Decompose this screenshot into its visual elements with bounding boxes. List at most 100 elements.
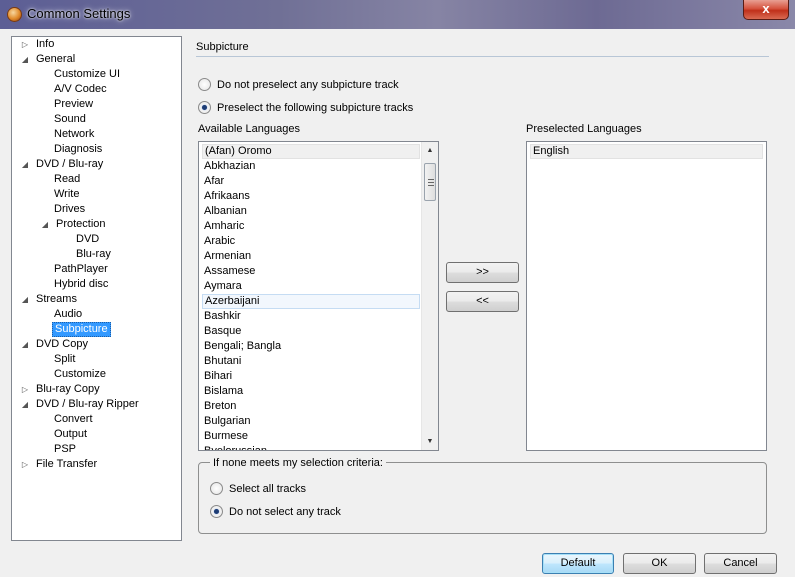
tree-item[interactable]: Output: [12, 427, 180, 442]
tree-item[interactable]: ◢ Streams: [12, 292, 180, 307]
tree-item-label: PathPlayer: [54, 263, 108, 275]
language-list-item[interactable]: Azerbaijani: [202, 294, 420, 309]
expanded-arrow-icon[interactable]: ◢: [20, 397, 30, 412]
language-list-item[interactable]: Burmese: [202, 429, 420, 444]
tree-item[interactable]: ▷ Blu-ray Copy: [12, 382, 180, 397]
tree-item[interactable]: ◢ DVD / Blu-ray: [12, 157, 180, 172]
tree-item[interactable]: Drives: [12, 202, 180, 217]
language-list-item[interactable]: Bislama: [202, 384, 420, 399]
tree-item[interactable]: Customize UI: [12, 67, 180, 82]
language-list-item[interactable]: Breton: [202, 399, 420, 414]
tree-item[interactable]: DVD: [12, 232, 180, 247]
tree-item-label: Customize UI: [54, 68, 121, 80]
scroll-up-icon[interactable]: ▲: [422, 142, 438, 159]
expanded-arrow-icon[interactable]: ◢: [20, 337, 30, 352]
expanded-arrow-icon[interactable]: ◢: [20, 292, 30, 307]
available-languages-label: Available Languages: [198, 123, 300, 135]
preselected-list-item[interactable]: English: [530, 144, 763, 159]
collapsed-arrow-icon[interactable]: ▷: [20, 37, 30, 52]
tree-item[interactable]: PSP: [12, 442, 180, 457]
default-button[interactable]: Default: [542, 553, 614, 574]
language-list-item[interactable]: Albanian: [202, 204, 420, 219]
radio-dot[interactable]: [198, 78, 211, 91]
language-list-item[interactable]: Assamese: [202, 264, 420, 279]
tree-item-label: Hybrid disc: [54, 278, 109, 290]
close-button[interactable]: x: [743, 0, 789, 20]
app-icon: [7, 7, 22, 22]
tree-item-label: Drives: [54, 203, 86, 215]
tree-item[interactable]: PathPlayer: [12, 262, 180, 277]
collapsed-arrow-icon[interactable]: ▷: [20, 382, 30, 397]
tree-item-label: Sound: [54, 113, 86, 125]
tree-item-label: Read: [54, 173, 81, 185]
expanded-arrow-icon[interactable]: ◢: [20, 52, 30, 67]
radio-dot[interactable]: [210, 505, 223, 518]
language-list-item[interactable]: (Afan) Oromo: [202, 144, 420, 159]
available-languages-list[interactable]: Byelorussian Burmese Bulgarian Breton Bislam…: [198, 141, 439, 451]
radio-dot[interactable]: [198, 101, 211, 114]
language-list-item[interactable]: Bengali; Bangla: [202, 339, 420, 354]
language-list-item[interactable]: Aymara: [202, 279, 420, 294]
cancel-button[interactable]: Cancel: [704, 553, 777, 574]
tree-item[interactable]: ◢ DVD Copy: [12, 337, 180, 352]
language-list-item[interactable]: Bihari: [202, 369, 420, 384]
tree-item-label: DVD / Blu-ray: [36, 158, 104, 170]
ok-button[interactable]: OK: [623, 553, 696, 574]
tree-item[interactable]: Preview: [12, 97, 180, 112]
available-list-scrollbar[interactable]: ▲ ▼: [421, 142, 438, 450]
language-list-item[interactable]: Armenian: [202, 249, 420, 264]
tree-item[interactable]: Diagnosis: [12, 142, 180, 157]
expanded-arrow-icon[interactable]: ◢: [20, 157, 30, 172]
remove-language-button[interactable]: <<: [446, 291, 519, 312]
tree-item-label: DVD / Blu-ray Ripper: [36, 398, 139, 410]
tree-item-label: A/V Codec: [54, 83, 107, 95]
add-language-button[interactable]: >>: [446, 262, 519, 283]
language-list-item[interactable]: Byelorussian: [202, 444, 420, 450]
tree-item[interactable]: ◢ General: [12, 52, 180, 67]
tree-item[interactable]: Read: [12, 172, 180, 187]
radio-label: Select all tracks: [229, 483, 307, 495]
language-list-item[interactable]: Amharic: [202, 219, 420, 234]
tree-item-label: Convert: [54, 413, 93, 425]
language-list-item[interactable]: Bulgarian: [202, 414, 420, 429]
language-list-item[interactable]: Afrikaans: [202, 189, 420, 204]
tree-item[interactable]: Split: [12, 352, 180, 367]
tree-item[interactable]: Customize: [12, 367, 180, 382]
tree-item[interactable]: Write: [12, 187, 180, 202]
tree-item-label: Audio: [54, 308, 83, 320]
tree-item-label: General: [36, 53, 76, 65]
tree-item-label: Customize: [54, 368, 106, 380]
language-list-item[interactable]: Basque: [202, 324, 420, 339]
tree-item[interactable]: ▷ File Transfer: [12, 457, 180, 472]
tree-item[interactable]: Sound: [12, 112, 180, 127]
language-list-item[interactable]: Bashkir: [202, 309, 420, 324]
window-title: Common Settings: [27, 6, 131, 21]
tree-item-label: Info: [36, 38, 55, 50]
tree-item[interactable]: ▷ Info: [12, 37, 180, 52]
tree-item[interactable]: Blu-ray: [12, 247, 180, 262]
tree-item[interactable]: Hybrid disc: [12, 277, 180, 292]
expanded-arrow-icon[interactable]: ◢: [40, 217, 50, 232]
collapsed-arrow-icon[interactable]: ▷: [20, 457, 30, 472]
radio-dot[interactable]: [210, 482, 223, 495]
tree-item[interactable]: A/V Codec: [12, 82, 180, 97]
tree-item[interactable]: Network: [12, 127, 180, 142]
tree-item-label: Blu-ray: [76, 248, 111, 260]
tree-item[interactable]: ◢ DVD / Blu-ray Ripper: [12, 397, 180, 412]
settings-tree[interactable]: ▷ Info ◢ General Customize UI A/V Codec Previe…: [11, 36, 182, 541]
scroll-down-icon[interactable]: ▼: [422, 433, 438, 450]
preselected-languages-list[interactable]: English: [526, 141, 767, 451]
language-list-item[interactable]: Bhutani: [202, 354, 420, 369]
tree-item[interactable]: Convert: [12, 412, 180, 427]
tree-item-label: Blu-ray Copy: [36, 383, 100, 395]
thumb-grip: [428, 179, 434, 180]
tree-item[interactable]: Subpicture: [12, 322, 180, 337]
language-list-item[interactable]: Abkhazian: [202, 159, 420, 174]
language-list-item[interactable]: Afar: [202, 174, 420, 189]
language-list-item[interactable]: Arabic: [202, 234, 420, 249]
tree-item[interactable]: Audio: [12, 307, 180, 322]
preselected-languages-label: Preselected Languages: [526, 123, 642, 135]
tree-item[interactable]: ◢ Protection: [12, 217, 180, 232]
title-bar[interactable]: Common Settings x: [0, 0, 795, 29]
scroll-thumb[interactable]: [424, 163, 436, 201]
